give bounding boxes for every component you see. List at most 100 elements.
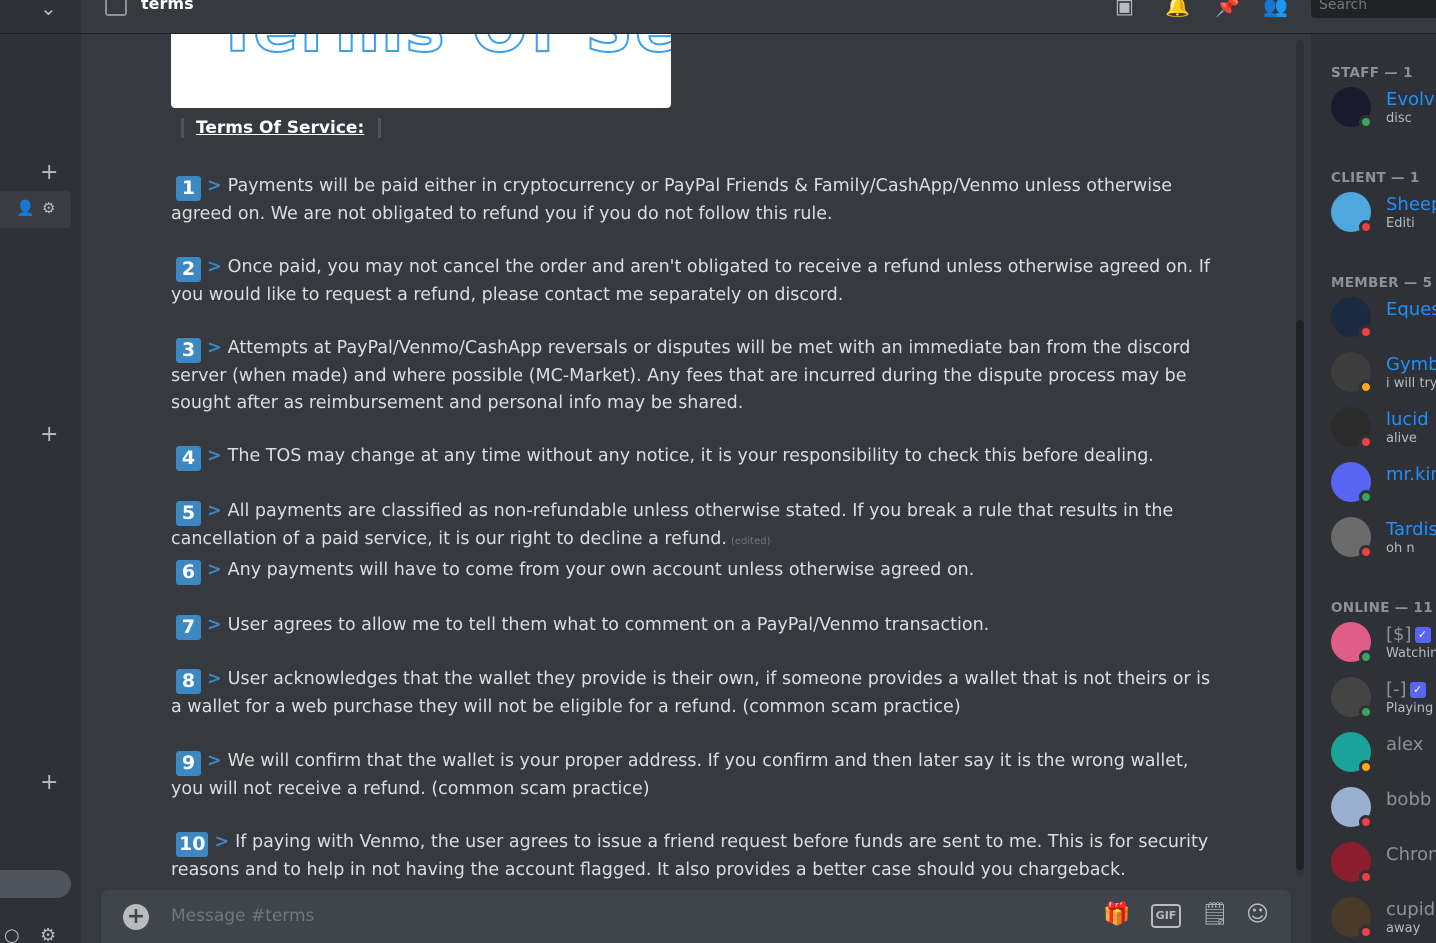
- arrow-icon: >: [207, 615, 222, 635]
- add-channel-icon[interactable]: +: [40, 162, 58, 184]
- member-name[interactable]: bobb: [1386, 789, 1431, 810]
- section-header: MEMBER — 5: [1331, 275, 1433, 291]
- sticker-icon[interactable]: 🗒: [1201, 902, 1229, 927]
- section-header: STAFF — 1: [1331, 65, 1413, 81]
- member-list-icon[interactable]: 👥: [1263, 0, 1288, 18]
- rule-item: 3 > Attempts at PayPal/Venmo/CashApp rever…: [171, 335, 1221, 416]
- member-item[interactable]: SheepEditi: [1331, 192, 1436, 236]
- gift-icon[interactable]: 🎁: [1103, 902, 1130, 927]
- chat-scrollbar[interactable]: [1296, 40, 1304, 876]
- member-item[interactable]: Evolvedisc: [1331, 87, 1436, 131]
- member-name[interactable]: [-] ✓: [1386, 679, 1426, 700]
- member-item[interactable]: Tardis oh n: [1331, 517, 1436, 561]
- settings-gear-icon[interactable]: ⚙: [40, 925, 56, 943]
- search-input[interactable]: Search: [1311, 0, 1436, 18]
- add-channel-icon[interactable]: +: [40, 424, 58, 446]
- rule-text: User agrees to allow me to tell them wha…: [227, 615, 990, 635]
- rule-item: 6 > Any payments will have to come from yo…: [171, 557, 1221, 585]
- number-badge: 8: [176, 669, 201, 694]
- member-item[interactable]: [$] ✓ Watchin: [1331, 622, 1436, 666]
- bell-icon[interactable]: 🔔: [1165, 0, 1190, 18]
- member-name[interactable]: Sheep: [1386, 194, 1436, 215]
- member-item[interactable]: Gymb i will try: [1331, 352, 1436, 396]
- number-badge: 2: [176, 257, 201, 282]
- rule-item: 10 > If paying with Venmo, the user agrees…: [171, 829, 1221, 884]
- selected-channel-row[interactable]: 👤 ⚙: [0, 191, 71, 228]
- member-item[interactable]: lucid alive: [1331, 407, 1436, 451]
- rule-item: 7 > User agrees to allow me to tell them w…: [171, 612, 1221, 640]
- message-input[interactable]: Message #terms: [171, 906, 314, 926]
- pin-icon[interactable]: 📌: [1215, 0, 1240, 18]
- arrow-icon: >: [207, 501, 222, 521]
- member-name[interactable]: cupid: [1386, 899, 1435, 920]
- emoji-icon[interactable]: ☺: [1246, 902, 1269, 927]
- rule-text: Once paid, you may not cancel the order …: [171, 257, 1211, 305]
- arrow-icon: >: [207, 257, 222, 277]
- scroll-thumb[interactable]: [1296, 320, 1304, 870]
- rule-item: 9 > We will confirm that the wallet is you…: [171, 748, 1221, 803]
- status-indicator: [1359, 925, 1373, 939]
- arrow-icon: >: [207, 338, 222, 358]
- arrow-icon: >: [207, 751, 222, 771]
- banner-text: Terms Of Service: [214, 34, 671, 68]
- arrow-icon: >: [207, 669, 222, 689]
- member-item[interactable]: bobb: [1331, 787, 1436, 831]
- status-indicator: [1359, 545, 1373, 559]
- number-badge: 9: [176, 751, 201, 776]
- status-indicator: [1359, 815, 1373, 829]
- member-activity: alive: [1386, 431, 1417, 446]
- channel-sidebar: ⌄ + 👤 ⚙ + + ○ ⚙: [0, 0, 81, 943]
- rule-text: The TOS may change at any time without a…: [227, 446, 1154, 466]
- member-name[interactable]: [$] ✓: [1386, 624, 1431, 645]
- status-indicator: [1359, 435, 1373, 449]
- member-item[interactable]: mr.kin: [1331, 462, 1436, 506]
- chevron-down-icon[interactable]: ⌄: [40, 0, 57, 20]
- member-item[interactable]: cupid away: [1331, 897, 1436, 941]
- discord-app: ⌄ + 👤 ⚙ + + ○ ⚙ terms ▣ 🔔 📌 👥 Search Ter…: [0, 0, 1436, 943]
- rule-item: 1 > Payments will be paid either in crypto…: [171, 173, 1221, 228]
- member-activity: Playing: [1386, 701, 1434, 716]
- add-attachment-button[interactable]: +: [123, 904, 149, 930]
- heading-bar: [181, 118, 184, 138]
- member-item[interactable]: [-] ✓ Playing: [1331, 677, 1436, 721]
- message-composer[interactable]: + Message #terms 🎁 GIF 🗒 ☺: [101, 890, 1291, 943]
- member-item[interactable]: Chron: [1331, 842, 1436, 886]
- add-channel-icon[interactable]: +: [40, 772, 58, 794]
- status-indicator: [1359, 490, 1373, 504]
- rule-text: If paying with Venmo, the user agrees to…: [171, 832, 1209, 880]
- heading-text: Terms Of Service:: [196, 118, 365, 138]
- headphones-icon[interactable]: ○: [4, 925, 20, 943]
- gear-icon[interactable]: ⚙: [42, 199, 55, 217]
- status-indicator: [1359, 325, 1373, 339]
- member-activity: away: [1386, 921, 1421, 936]
- arrow-icon: >: [214, 832, 230, 852]
- member-item[interactable]: Eques: [1331, 297, 1436, 341]
- rule-item: 4 > The TOS may change at any time without…: [171, 443, 1221, 471]
- rule-text: All payments are classified as non-refun…: [171, 501, 1174, 549]
- gif-button[interactable]: GIF: [1151, 904, 1181, 928]
- rule-text: Any payments will have to come from your…: [227, 560, 975, 580]
- status-indicator: [1359, 115, 1373, 129]
- threads-icon[interactable]: ▣: [1115, 0, 1134, 18]
- channel-rules-icon: [105, 0, 127, 16]
- member-activity: i will try: [1386, 376, 1436, 391]
- status-indicator: [1359, 220, 1373, 234]
- number-badge: 5: [176, 501, 201, 526]
- member-name[interactable]: alex: [1386, 734, 1423, 755]
- tos-banner-image: Terms Of Service: [171, 34, 671, 108]
- member-name[interactable]: Evolve: [1386, 89, 1436, 110]
- rule-item: 2 > Once paid, you may not cancel the orde…: [171, 254, 1221, 309]
- member-name[interactable]: Chron: [1386, 844, 1436, 865]
- member-name[interactable]: Tardis: [1386, 519, 1436, 540]
- member-name[interactable]: lucid: [1386, 409, 1429, 430]
- server-header[interactable]: ⌄: [0, 0, 81, 34]
- member-name[interactable]: Eques: [1386, 299, 1436, 320]
- arrow-icon: >: [207, 176, 222, 196]
- member-name[interactable]: mr.kin: [1386, 464, 1436, 485]
- member-name[interactable]: Gymb: [1386, 354, 1436, 375]
- member-item[interactable]: alex: [1331, 732, 1436, 776]
- rule-text: Attempts at PayPal/Venmo/CashApp reversa…: [171, 338, 1191, 413]
- section-header: CLIENT — 1: [1331, 170, 1420, 186]
- channel-pill[interactable]: [0, 870, 71, 898]
- invite-member-icon[interactable]: 👤: [16, 199, 35, 217]
